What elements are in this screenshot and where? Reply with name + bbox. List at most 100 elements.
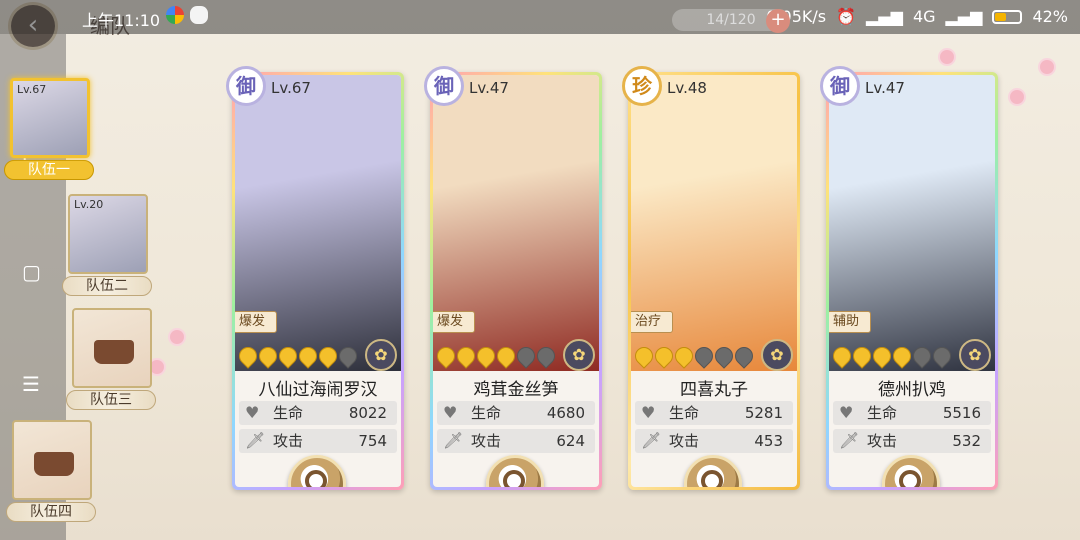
star-icon	[275, 343, 301, 369]
magnifier-icon	[503, 470, 525, 487]
star-rating	[829, 343, 955, 369]
star-icon	[433, 343, 459, 369]
element-badge-icon: ✿	[563, 339, 595, 371]
star-icon	[631, 343, 657, 369]
atk-value: 754	[358, 432, 387, 450]
stat-label: 生命	[471, 404, 502, 422]
star-icon	[849, 343, 875, 369]
sword-icon: 🗡	[839, 431, 860, 450]
sword-icon: 🗡	[245, 431, 266, 450]
star-icon	[335, 343, 361, 369]
star-rating	[235, 343, 361, 369]
cherry-blossom-decoration	[170, 330, 184, 344]
character-card[interactable]: Lv.48 治疗 ✿ 四喜丸子 ♥ 生命 5281 🗡 攻击 453 珍	[622, 66, 800, 490]
magnifier-icon	[305, 470, 327, 487]
signal-icon: ▂▄▆	[866, 7, 903, 26]
team-label[interactable]: 队伍一	[4, 160, 94, 180]
star-icon	[513, 343, 539, 369]
card-body: Lv.48 治疗 ✿ 四喜丸子 ♥ 生命 5281 🗡 攻击 453	[631, 75, 797, 487]
battery-fill	[995, 12, 1006, 21]
team-leader-portrait[interactable]	[12, 420, 92, 500]
rank-badge: 御	[226, 66, 266, 106]
role-tag: 治疗	[631, 311, 673, 333]
home-nav-icon[interactable]: ▢	[22, 260, 41, 284]
star-rating	[433, 343, 559, 369]
rank-badge: 御	[820, 66, 860, 106]
team-leader-level: Lv.67	[17, 83, 47, 96]
notification-icons	[166, 6, 208, 24]
hp-stat: ♥ 生命 8022	[239, 401, 397, 425]
heart-icon: ♥	[245, 403, 260, 422]
element-badge-icon: ✿	[761, 339, 793, 371]
team-leader-level: Lv.20	[74, 198, 104, 211]
character-level: Lv.48	[667, 79, 707, 97]
star-icon	[493, 343, 519, 369]
element-badge-icon: ✿	[959, 339, 991, 371]
stat-label: 攻击	[273, 432, 304, 450]
team-slot-3[interactable]: 队伍三	[66, 308, 156, 410]
rank-badge: 御	[424, 66, 464, 106]
star-icon	[235, 343, 261, 369]
character-name: 德州扒鸡	[878, 380, 946, 400]
team-slot-4[interactable]: 队伍四	[6, 420, 96, 522]
star-icon	[711, 343, 737, 369]
character-card[interactable]: Lv.47 爆发 ✿ 鸡茸金丝笋 ♥ 生命 4680 🗡 攻击 624 御	[424, 66, 602, 490]
cherry-blossom-decoration	[1010, 90, 1024, 104]
signal-icon: ▂▄▆	[945, 7, 983, 26]
character-level: Lv.67	[271, 79, 311, 97]
star-icon	[889, 343, 915, 369]
hp-stat: ♥ 生命 5281	[635, 401, 793, 425]
star-icon	[453, 343, 479, 369]
team-label[interactable]: 队伍三	[66, 390, 156, 410]
cherry-blossom-decoration	[1040, 60, 1054, 74]
role-tag: 辅助	[829, 311, 871, 333]
inspect-button[interactable]	[684, 455, 742, 487]
atk-stat: 🗡 攻击 754	[239, 429, 397, 453]
heart-icon: ♥	[839, 403, 854, 422]
character-card[interactable]: Lv.47 辅助 ✿ 德州扒鸡 ♥ 生命 5516 🗡 攻击 532 御	[820, 66, 998, 490]
team-slot-1[interactable]: Lv.67 队伍一	[4, 78, 94, 180]
system-status: 0.05K/s ⏰ ▂▄▆ 4G ▂▄▆ 42%	[766, 7, 1068, 26]
team-label[interactable]: 队伍二	[62, 276, 152, 296]
star-icon	[671, 343, 697, 369]
weather-cloud-icon	[190, 6, 208, 24]
alarm-icon: ⏰	[836, 7, 857, 26]
add-energy-button[interactable]: +	[766, 9, 790, 33]
hp-value: 8022	[348, 404, 387, 422]
atk-stat: 🗡 攻击 453	[635, 429, 793, 453]
stat-label: 生命	[669, 404, 700, 422]
empty-chest-icon	[94, 340, 134, 364]
inspect-button[interactable]	[288, 455, 346, 487]
team-leader-portrait[interactable]: Lv.20	[68, 194, 148, 274]
cherry-blossom-decoration	[150, 360, 164, 374]
character-name: 鸡茸金丝笋	[473, 380, 559, 400]
stat-label: 攻击	[669, 432, 700, 450]
card-body: Lv.47 爆发 ✿ 鸡茸金丝笋 ♥ 生命 4680 🗡 攻击 624	[433, 75, 599, 487]
star-icon	[691, 343, 717, 369]
team-slot-2[interactable]: Lv.20 队伍二	[62, 194, 152, 296]
team-leader-portrait[interactable]: Lv.67	[10, 78, 90, 158]
atk-value: 453	[754, 432, 783, 450]
star-icon	[869, 343, 895, 369]
role-tag: 爆发	[235, 311, 277, 333]
character-card[interactable]: Lv.67 爆发 ✿ 八仙过海闹罗汉 ♥ 生命 8022 🗡 攻击 754 御	[226, 66, 404, 490]
atk-stat: 🗡 攻击 532	[833, 429, 991, 453]
stat-label: 生命	[273, 404, 304, 422]
stat-label: 生命	[867, 404, 898, 422]
team-label[interactable]: 队伍四	[6, 502, 96, 522]
atk-stat: 🗡 攻击 624	[437, 429, 595, 453]
battery-icon	[992, 9, 1023, 24]
team-leader-portrait[interactable]	[72, 308, 152, 388]
cherry-blossom-decoration	[940, 50, 954, 64]
hp-stat: ♥ 生命 4680	[437, 401, 595, 425]
star-icon	[473, 343, 499, 369]
menu-nav-icon[interactable]: ☰	[22, 372, 40, 396]
magnifier-icon	[899, 470, 921, 487]
inspect-button[interactable]	[882, 455, 940, 487]
rank-badge: 珍	[622, 66, 662, 106]
inspect-button[interactable]	[486, 455, 544, 487]
sword-icon: 🗡	[641, 431, 662, 450]
app-notification-icon	[166, 6, 184, 24]
hp-value: 5281	[744, 404, 783, 422]
star-rating	[631, 343, 757, 369]
